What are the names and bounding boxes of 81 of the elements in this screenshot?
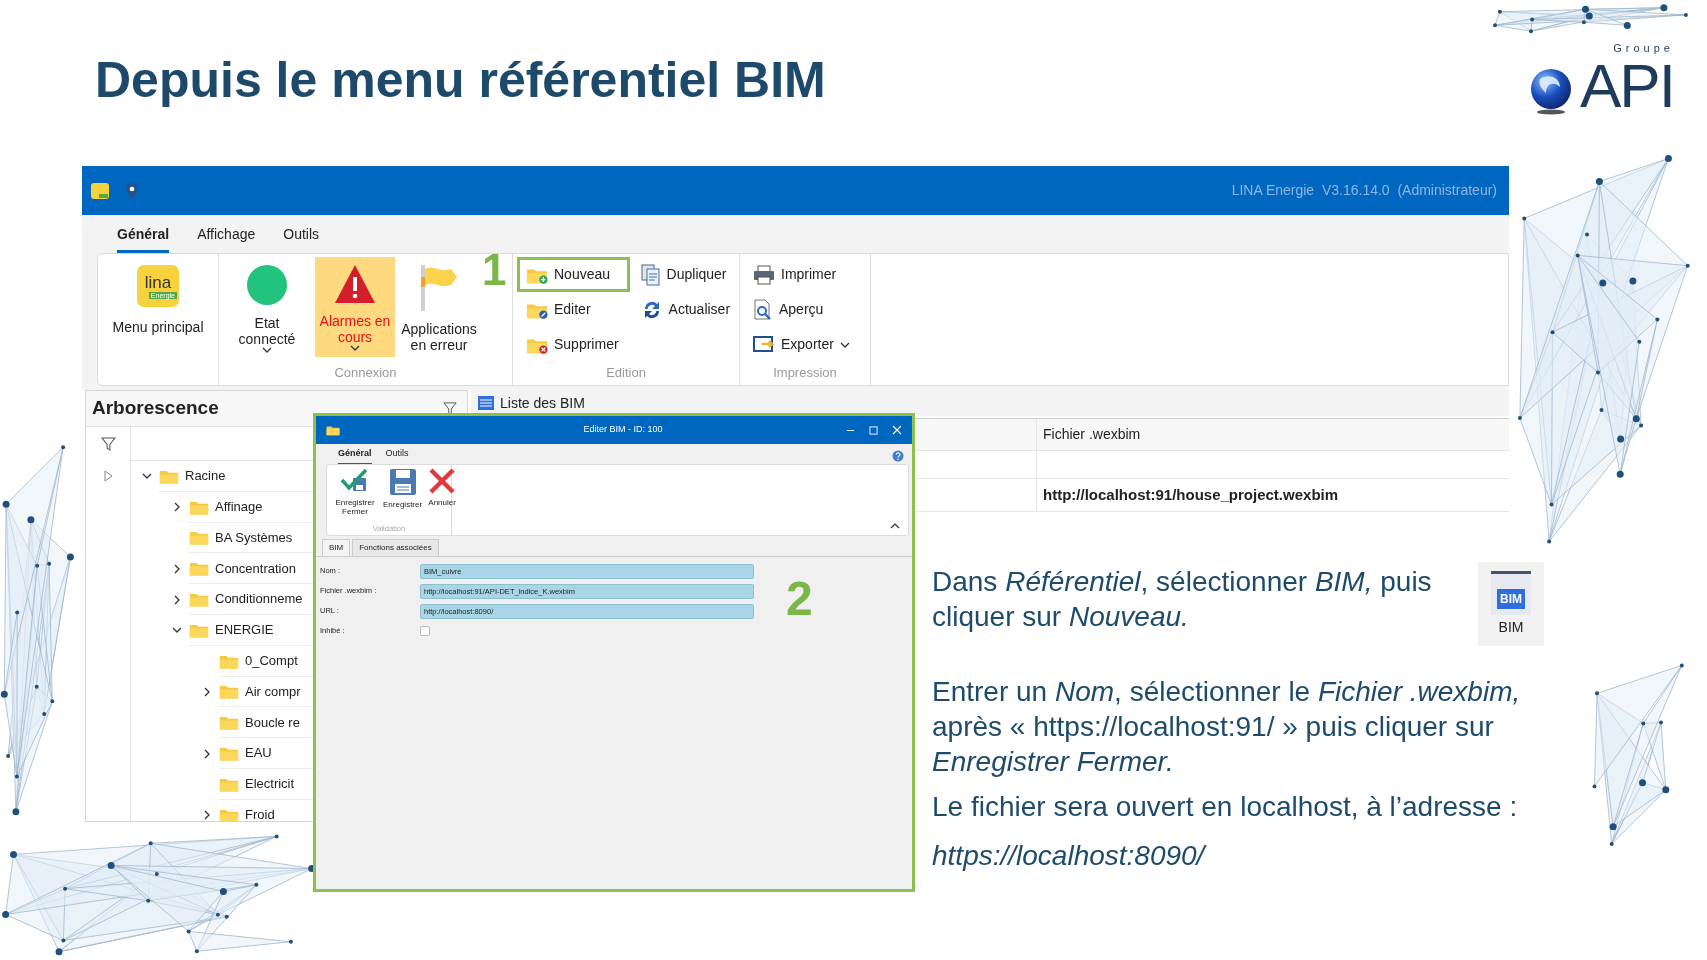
chevron-right-icon	[204, 748, 210, 759]
tree-item[interactable]: ENERGIE	[215, 620, 274, 640]
tree-item[interactable]: Affinage	[215, 496, 263, 517]
ribbon-button[interactable]: Etat connecté	[223, 257, 311, 357]
ribbon-tab[interactable]: Affichage	[197, 223, 256, 253]
tab[interactable]: Fonctions associées	[352, 539, 439, 556]
dialog-title: Editer BIM - ID: 100	[582, 423, 663, 437]
app-icon	[90, 181, 110, 200]
ribbon-button[interactable]: Editer	[517, 292, 630, 327]
app-title: LINA Energie V3.16.14.0 (Administrateur)	[1231, 181, 1497, 200]
ribbon-button[interactable]: Nouveau	[517, 257, 630, 292]
sphere-icon	[1528, 66, 1574, 115]
chevron-right-icon	[174, 563, 180, 574]
caret-icon	[839, 341, 850, 348]
chevron-down-icon	[142, 473, 152, 480]
group-label: Impression	[772, 364, 838, 382]
list-icon	[477, 395, 495, 411]
table-cell-text: http://localhost:91/house_project.wexbim	[1042, 484, 1340, 505]
ribbon-tab[interactable]: Outils	[283, 223, 320, 253]
filter-icon	[100, 436, 116, 452]
warning-icon	[333, 263, 377, 305]
group-label: Connexion	[333, 364, 398, 382]
icon-badge: BIM	[1497, 588, 1525, 609]
tree-item[interactable]: Air compr	[245, 681, 301, 702]
save-icon	[387, 467, 418, 497]
checkbox[interactable]	[420, 626, 430, 636]
tab[interactable]: BIM	[322, 539, 351, 556]
toolbar-button[interactable]: Annuler	[426, 467, 459, 516]
list-tab[interactable]: Liste des BIM	[500, 392, 585, 414]
filter-icon	[443, 401, 457, 416]
step-number: 2	[786, 575, 813, 623]
collapse-icon	[890, 523, 900, 529]
panel-title: Arborescence	[92, 396, 219, 421]
cancel-icon	[428, 467, 457, 495]
ribbon-button[interactable]: Applications en erreur	[399, 257, 479, 357]
tree-item[interactable]: Boucle re	[245, 712, 300, 732]
chevron-right-icon	[204, 686, 210, 697]
ribbon-button[interactable]: Dupliquer	[631, 257, 742, 292]
tree-item[interactable]: 0_Compt	[245, 650, 298, 671]
chevron-right-icon	[204, 810, 210, 821]
instruction-text: https://localhost:8090/	[932, 839, 1208, 873]
toolbar-button[interactable]: Enregistrer Fermer	[331, 467, 379, 516]
ribbon-button[interactable]: Exporter	[744, 327, 861, 362]
instruction-text: Dans Référentiel, sélectionner BIM, puis cliquer sur Nouveau.	[932, 565, 1433, 634]
logo-wordmark: API	[1580, 56, 1674, 115]
slide-title: Depuis le menu référentiel BIM	[95, 51, 826, 110]
icon-caption: BIM	[1498, 617, 1524, 637]
caret-icon	[350, 345, 360, 351]
chevron-right-icon	[174, 502, 180, 513]
ribbon-tab[interactable]: Outils	[385, 447, 409, 465]
instruction-text: Le fichier sera ouvert en localhost, à l’adresse :	[932, 790, 1519, 824]
tree-item[interactable]: Conditionneme	[215, 589, 303, 609]
ribbon-button[interactable]: Actualiser	[631, 292, 742, 327]
chevron-down-icon	[172, 627, 182, 634]
copy-icon	[640, 263, 661, 286]
chevron-right-icon	[174, 594, 180, 605]
tree-item[interactable]: BA Systèmes	[215, 527, 293, 548]
tree-item[interactable]: Electricit	[245, 774, 295, 794]
help-icon	[892, 450, 904, 462]
toolbar-button[interactable]: Enregistrer	[381, 467, 425, 516]
instruction-text: Entrer un Nom, sélectionner le Fichier .wexbim, après « https://localhost:91/ » puis cliquer sur Enregistrer Fermer.	[932, 675, 1522, 779]
tree-item[interactable]: EAU	[245, 743, 272, 763]
logo-text: lina	[144, 273, 172, 292]
preview-icon	[753, 298, 773, 321]
ribbon-button[interactable]: Imprimer	[744, 257, 861, 292]
group-label: Edition	[605, 364, 647, 382]
tree-item[interactable]: Racine	[185, 466, 226, 486]
ribbon-button[interactable]: Aperçu	[744, 292, 861, 327]
folder-icon	[326, 424, 340, 436]
tree-item[interactable]: Concentration	[215, 558, 296, 579]
export-icon	[753, 334, 775, 355]
location-pin-icon	[124, 181, 140, 200]
tree-item[interactable]: Froid	[245, 804, 275, 822]
maximize-icon	[869, 425, 878, 435]
close-icon	[892, 425, 902, 435]
printer-icon	[753, 264, 775, 285]
logo-tagline: Groupe	[1612, 41, 1674, 56]
ribbon-button[interactable]: Supprimer	[517, 327, 630, 362]
caret-icon	[262, 347, 272, 353]
column-header: Fichier .wexbim	[1042, 425, 1142, 444]
step-number: 1	[482, 248, 507, 292]
